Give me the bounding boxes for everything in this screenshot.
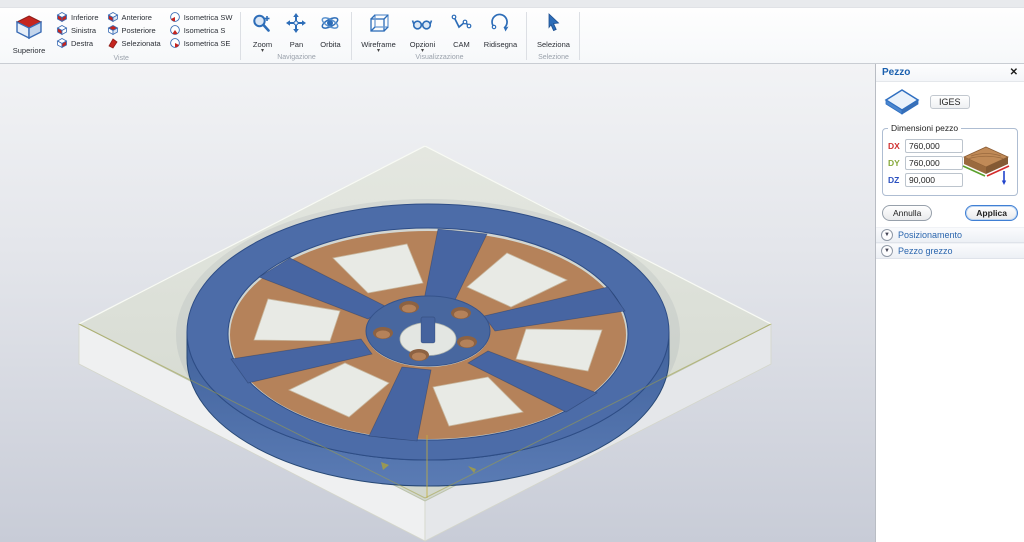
ribbon-separator — [579, 12, 580, 60]
group-label-visualizzazione: Visualizzazione — [356, 54, 522, 63]
ribbon-group-navigazione: Zoom ▾ — [245, 8, 347, 63]
zoom-magnifier-icon — [251, 12, 273, 39]
stock-preview-icon — [959, 141, 1013, 189]
section-posizionamento[interactable]: ▼ Posizionamento — [876, 227, 1024, 243]
view-isometrica-s-button[interactable]: Isometrica S — [165, 24, 237, 37]
dx-axis-label: DX — [888, 141, 901, 151]
view-inferiore-button[interactable]: Inferiore — [52, 11, 103, 24]
hub-keyway — [421, 317, 435, 343]
apply-button[interactable]: Applica — [965, 205, 1018, 221]
orbit-button[interactable]: Orbita — [313, 11, 347, 49]
cube-left-view-icon — [56, 24, 68, 38]
view-sinistra-button[interactable]: Sinistra — [52, 24, 103, 37]
group-label-viste: Viste — [6, 55, 236, 64]
viewport-3d[interactable] — [0, 64, 875, 542]
ribbon-group-selezione: Seleziona Selezione — [531, 8, 575, 63]
view-isometrica-se-button[interactable]: Isometrica SE — [165, 37, 237, 50]
view-isometrica-sw-label: Isometrica SW — [184, 13, 233, 22]
view-anteriore-label: Anteriore — [122, 13, 152, 22]
cube-top-view-icon — [13, 13, 45, 45]
dx-input[interactable] — [905, 139, 963, 153]
view-isometrica-se-label: Isometrica SE — [184, 39, 231, 48]
orbit-label: Orbita — [320, 40, 340, 49]
cursor-arrow-icon — [542, 12, 564, 39]
view-destra-button[interactable]: Destra — [52, 37, 103, 50]
dy-input[interactable] — [905, 156, 963, 170]
cad-cam-application-window: Superiore Inferiore Sinistra — [0, 0, 1024, 542]
section-pezzo-grezzo-label: Pezzo grezzo — [898, 246, 953, 256]
wireframe-button[interactable]: Wireframe ▾ — [356, 11, 400, 54]
select-button[interactable]: Seleziona — [531, 11, 575, 49]
chevron-down-circle-icon: ▼ — [881, 245, 893, 257]
chevron-down-circle-icon: ▼ — [881, 229, 893, 241]
view-sinistra-label: Sinistra — [71, 26, 96, 35]
view-posteriore-label: Posteriore — [122, 26, 156, 35]
view-destra-label: Destra — [71, 39, 93, 48]
section-posizionamento-label: Posizionamento — [898, 230, 962, 240]
pezzo-panel: Pezzo ✕ IGES Dimensioni pezzo DX — [875, 64, 1024, 542]
view-selezionata-label: Selezionata — [122, 39, 161, 48]
panel-title-bar: Pezzo ✕ — [876, 64, 1024, 82]
ribbon-toolbar: Superiore Inferiore Sinistra — [0, 8, 1024, 64]
cube-selected-face-icon — [107, 37, 119, 51]
view-anteriore-button[interactable]: Anteriore — [103, 11, 165, 24]
view-inferiore-label: Inferiore — [71, 13, 99, 22]
window-top-strip — [0, 0, 1024, 8]
isometric-sw-view-icon — [169, 11, 181, 25]
pan-arrows-icon — [285, 12, 307, 39]
cam-label: CAM — [453, 40, 470, 49]
section-pezzo-grezzo[interactable]: ▼ Pezzo grezzo — [876, 243, 1024, 259]
panel-buttons-row: Annulla Applica — [876, 200, 1024, 227]
group-label-selezione: Selezione — [531, 54, 575, 63]
panel-title: Pezzo — [882, 67, 910, 78]
view-superiore-label: Superiore — [13, 46, 46, 55]
cube-right-view-icon — [56, 37, 68, 51]
cube-front-view-icon — [107, 11, 119, 25]
redraw-arrow-icon — [489, 12, 511, 39]
group-label-navigazione: Navigazione — [245, 54, 347, 63]
cube-back-view-icon — [107, 24, 119, 38]
view-posteriore-button[interactable]: Posteriore — [103, 24, 165, 37]
view-superiore-button[interactable]: Superiore — [6, 11, 52, 55]
pan-label: Pan — [290, 40, 303, 49]
ribbon-group-visualizzazione: Wireframe ▾ Opzioni ▾ — [356, 8, 522, 63]
redraw-label: Ridisegna — [484, 40, 517, 49]
options-button[interactable]: Opzioni ▾ — [400, 11, 444, 54]
wireframe-cube-icon — [367, 12, 389, 39]
isometric-se-view-icon — [169, 37, 181, 51]
dimensions-group-label: Dimensioni pezzo — [888, 123, 961, 133]
stock-and-wheel-model — [0, 64, 876, 542]
dz-axis-label: DZ — [888, 175, 901, 185]
format-chip[interactable]: IGES — [930, 95, 970, 109]
orbit-icon — [319, 12, 341, 39]
ribbon-separator — [240, 12, 241, 60]
view-isometrica-sw-button[interactable]: Isometrica SW — [165, 11, 237, 24]
view-selezionata-button[interactable]: Selezionata — [103, 37, 165, 50]
isometric-s-view-icon — [169, 24, 181, 38]
cancel-button[interactable]: Annulla — [882, 205, 932, 221]
close-icon[interactable]: ✕ — [1010, 67, 1018, 78]
dz-input[interactable] — [905, 173, 963, 187]
eyeglasses-icon — [411, 12, 433, 39]
pan-button[interactable]: Pan — [279, 11, 313, 49]
redraw-button[interactable]: Ridisegna — [478, 11, 522, 49]
toolpath-icon — [450, 12, 472, 39]
dy-axis-label: DY — [888, 158, 901, 168]
ribbon-group-viste: Superiore Inferiore Sinistra — [6, 8, 236, 63]
ribbon-separator — [351, 12, 352, 60]
view-isometrica-s-label: Isometrica S — [184, 26, 226, 35]
piece-slab-icon — [882, 87, 922, 117]
ribbon-separator — [526, 12, 527, 60]
zoom-button[interactable]: Zoom ▾ — [245, 11, 279, 54]
cube-bottom-view-icon — [56, 11, 68, 25]
piece-format-row: IGES — [876, 82, 1024, 119]
dimensions-groupbox: Dimensioni pezzo DX DY DZ — [882, 128, 1018, 196]
cam-button[interactable]: CAM — [444, 11, 478, 49]
select-label: Seleziona — [537, 40, 570, 49]
